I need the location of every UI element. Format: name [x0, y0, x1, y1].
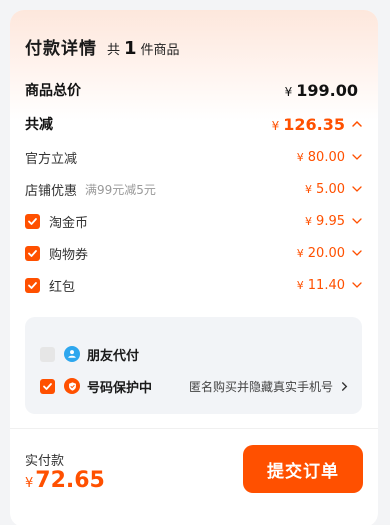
discount-amount: ¥11.40	[296, 277, 345, 293]
redpacket-checkbox[interactable]	[25, 277, 40, 293]
pay-label: 实付款	[25, 454, 65, 469]
chevron-down-icon[interactable]	[351, 215, 363, 227]
pay-amount: ¥72.65	[25, 468, 105, 493]
footer-divider	[10, 428, 378, 429]
options-panel: 朋友代付 号码保护中 匿名购买并隐藏真实手机号	[25, 317, 362, 414]
discount-row-voucher[interactable]: 购物券 ¥20.00	[25, 243, 363, 263]
discount-label: 店铺优惠	[25, 183, 78, 199]
discount-amount: ¥5.00	[305, 181, 345, 197]
friend-pay-row[interactable]: 朋友代付	[40, 344, 350, 364]
friend-pay-checkbox[interactable]	[40, 346, 55, 362]
total-price-row: 商品总价 ¥199.00	[25, 80, 363, 100]
discount-amount: ¥80.00	[296, 149, 345, 165]
privacy-note-text: 匿名购买并隐藏真实手机号	[188, 379, 333, 394]
chevron-down-icon[interactable]	[351, 183, 363, 195]
chevron-up-icon[interactable]	[351, 118, 363, 130]
payment-details-card: 付款详情 共 1 件商品 商品总价 ¥199.00 共减 ¥126.35 官方立…	[10, 10, 378, 525]
coins-checkbox[interactable]	[25, 213, 40, 229]
shop-discount-note: 满99元减5元	[85, 182, 156, 197]
privacy-note[interactable]: 匿名购买并隐藏真实手机号	[189, 378, 350, 395]
item-count-prefix: 共	[107, 43, 121, 58]
privacy-checkbox[interactable]	[40, 378, 55, 394]
discount-label: 红包	[49, 279, 76, 295]
discount-row-redpacket[interactable]: 红包 ¥11.40	[25, 275, 363, 295]
check-icon	[28, 281, 37, 289]
discount-label: 购物券	[49, 247, 89, 263]
chevron-right-icon	[341, 381, 348, 391]
privacy-label: 号码保护中	[87, 380, 153, 396]
total-discount-amount: ¥126.35	[271, 114, 345, 134]
total-price-amount: ¥199.00	[284, 80, 358, 100]
discount-amount: ¥20.00	[296, 245, 345, 261]
chevron-down-icon[interactable]	[351, 247, 363, 259]
discount-label: 淘金币	[49, 215, 89, 231]
total-discount-label: 共减	[25, 117, 53, 133]
payment-header: 付款详情 共 1 件商品	[25, 34, 180, 59]
voucher-checkbox[interactable]	[25, 245, 40, 261]
discount-amount: ¥9.95	[305, 213, 345, 229]
shield-icon	[64, 378, 80, 394]
chevron-down-icon[interactable]	[351, 279, 363, 291]
item-count: 1	[124, 38, 137, 59]
total-discount-row[interactable]: 共减 ¥126.35	[25, 113, 363, 135]
friend-pay-label: 朋友代付	[87, 348, 140, 364]
check-icon	[28, 249, 37, 257]
discount-row-coins[interactable]: 淘金币 ¥9.95	[25, 211, 363, 231]
total-price-label: 商品总价	[25, 83, 81, 99]
submit-order-button[interactable]: 提交订单	[243, 445, 363, 493]
page-title: 付款详情	[25, 39, 97, 59]
discount-row-shop[interactable]: 店铺优惠 满99元减5元 ¥5.00	[25, 179, 363, 199]
check-icon	[28, 217, 37, 225]
header-gradient	[10, 10, 378, 120]
item-count-suffix: 件商品	[140, 43, 180, 58]
chevron-down-icon[interactable]	[351, 151, 363, 163]
discount-label: 官方立减	[25, 151, 78, 167]
check-icon	[43, 382, 52, 390]
friend-pay-icon	[64, 346, 80, 362]
discount-row-official[interactable]: 官方立减 ¥80.00	[25, 147, 363, 167]
privacy-row[interactable]: 号码保护中 匿名购买并隐藏真实手机号	[40, 376, 350, 396]
